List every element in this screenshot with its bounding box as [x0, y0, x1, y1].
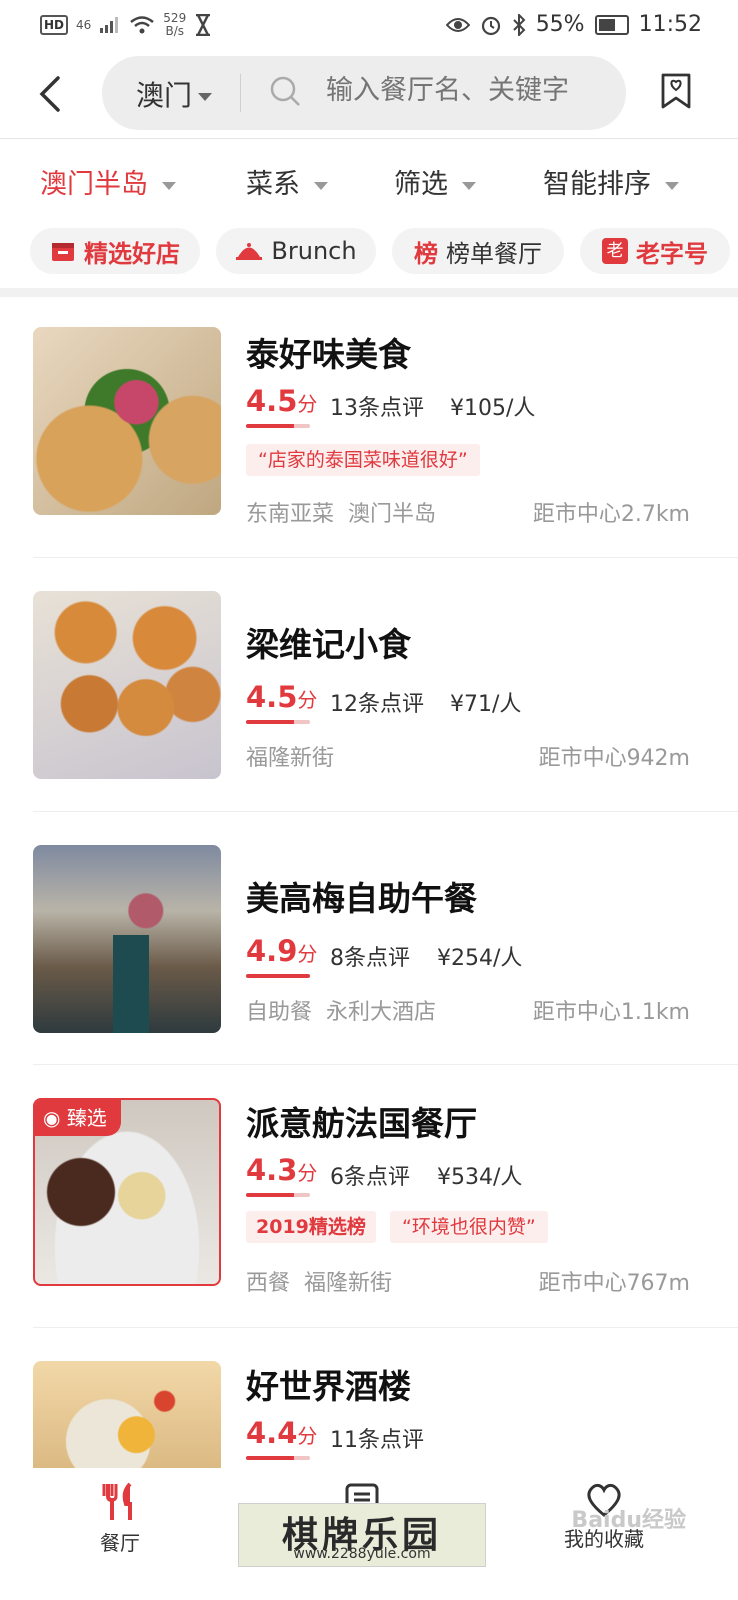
chevron-down-icon — [314, 181, 328, 190]
network-type: 46 — [76, 18, 92, 32]
back-icon[interactable] — [36, 74, 66, 114]
tag-brunch[interactable]: Brunch — [216, 228, 376, 274]
battery-percent: 55% — [535, 12, 585, 37]
tag-featured[interactable]: 精选好店 — [30, 228, 200, 274]
chevron-down-icon — [462, 181, 476, 190]
hd-icon: HD — [40, 15, 69, 35]
row-divider — [33, 1064, 738, 1065]
review-count: 6条点评 — [330, 1165, 410, 1190]
rating: 4.9分 — [246, 934, 318, 968]
alarm-icon — [481, 16, 500, 35]
clock: 11:52 — [638, 12, 702, 37]
distance: 距市中心1.1km — [532, 1000, 690, 1025]
search-input[interactable] — [324, 74, 618, 107]
price-per-person: ¥534/人 — [437, 1165, 523, 1190]
eye-icon — [445, 17, 470, 32]
restaurant-name: 美高梅自助午餐 — [246, 879, 477, 918]
battery-icon — [594, 14, 629, 35]
review-count: 13条点评 — [330, 396, 424, 421]
review-count: 11条点评 — [330, 1428, 424, 1453]
search-divider — [240, 74, 241, 112]
review-quote: “环境也很内赞” — [390, 1211, 548, 1243]
rating-bar — [246, 1456, 310, 1460]
restaurant-photo[interactable] — [33, 591, 221, 779]
review-count: 12条点评 — [330, 692, 424, 717]
restaurant-name: 好世界酒楼 — [246, 1367, 411, 1406]
restaurant-name: 泰好味美食 — [246, 335, 411, 374]
top-header: 澳门 — [0, 52, 738, 138]
search-bar[interactable]: 澳门 — [102, 56, 626, 130]
price-per-person: ¥105/人 — [450, 396, 536, 421]
chevron-down-icon — [198, 93, 213, 101]
price-per-person: ¥71/人 — [450, 692, 522, 717]
tag-heritage[interactable]: 老 老字号 — [580, 228, 730, 274]
cell-signal-icon — [100, 17, 119, 33]
watermark-url: www.2288yule.com — [293, 1546, 431, 1562]
rating: 4.4分 — [246, 1416, 318, 1450]
premium-ribbon: ◉ 臻选 — [35, 1100, 121, 1136]
nav-restaurant[interactable]: 餐厅 — [92, 1482, 148, 1556]
rating-bar — [246, 720, 310, 724]
watermark-banner: 棋牌乐园 www.2288yule.com — [238, 1503, 486, 1567]
bluetooth-icon — [512, 13, 526, 36]
restaurant-name: 梁维记小食 — [246, 625, 411, 664]
chevron-down-icon — [162, 181, 176, 190]
premium-icon: ◉ — [43, 1106, 67, 1130]
row-divider — [33, 557, 738, 558]
bookmark-icon[interactable] — [660, 72, 692, 110]
cuisine-area: 自助餐 永利大酒店 — [246, 1000, 437, 1025]
section-separator — [0, 288, 738, 297]
distance: 距市中心2.7km — [532, 502, 690, 527]
baidu-watermark: Baidu经验 — [571, 1508, 686, 1533]
wifi-icon — [130, 16, 155, 34]
review-count: 8条点评 — [330, 946, 410, 971]
row-divider — [33, 1327, 738, 1328]
aquarium-shape — [113, 935, 149, 1033]
cloche-icon — [236, 243, 263, 260]
distance: 距市中心767m — [538, 1271, 690, 1296]
distance: 距市中心942m — [538, 746, 690, 771]
filter-screen[interactable]: 筛选 — [394, 162, 476, 201]
review-quote: “店家的泰国菜味道很好” — [246, 444, 480, 476]
search-icon — [270, 76, 300, 106]
header-divider — [0, 138, 738, 139]
ranking-badge: 2019精选榜 — [246, 1211, 376, 1243]
restaurant-photo[interactable]: ◉ 臻选 — [33, 1098, 221, 1286]
filter-cuisine[interactable]: 菜系 — [246, 162, 328, 201]
restaurant-photo[interactable] — [33, 327, 221, 515]
row-divider — [33, 811, 738, 812]
rating-bar — [246, 974, 310, 978]
cuisine-area: 西餐 福隆新街 — [246, 1271, 393, 1296]
filter-area[interactable]: 澳门半岛 — [40, 162, 176, 201]
rating: 4.3分 — [246, 1153, 318, 1187]
filter-bar: 澳门半岛 菜系 筛选 智能排序 — [0, 152, 738, 208]
rating-bar — [246, 424, 310, 428]
rating-bar — [246, 1193, 310, 1197]
network-speed: 529 B/s — [163, 11, 187, 38]
rating: 4.5分 — [246, 384, 318, 418]
cuisine-area: 东南亚菜 澳门半岛 — [246, 502, 437, 527]
hourglass-icon — [196, 14, 211, 36]
filter-sort[interactable]: 智能排序 — [543, 162, 679, 201]
heritage-icon: 老 — [602, 238, 628, 264]
fork-knife-icon — [102, 1482, 132, 1520]
restaurant-name: 派意舫法国餐厅 — [246, 1104, 477, 1143]
restaurant-photo[interactable] — [33, 845, 221, 1033]
status-bar: HD 46 529 B/s 55% 11:52 — [0, 0, 738, 52]
cuisine-area: 福隆新街 — [246, 746, 335, 771]
city-selector[interactable]: 澳门 — [136, 74, 213, 114]
ranking-icon: 榜 — [414, 239, 438, 268]
chevron-down-icon — [665, 181, 679, 190]
shop-icon — [52, 243, 74, 261]
tag-rankings[interactable]: 榜 榜单餐厅 — [392, 228, 564, 274]
price-per-person: ¥254/人 — [437, 946, 523, 971]
rating: 4.5分 — [246, 680, 318, 714]
